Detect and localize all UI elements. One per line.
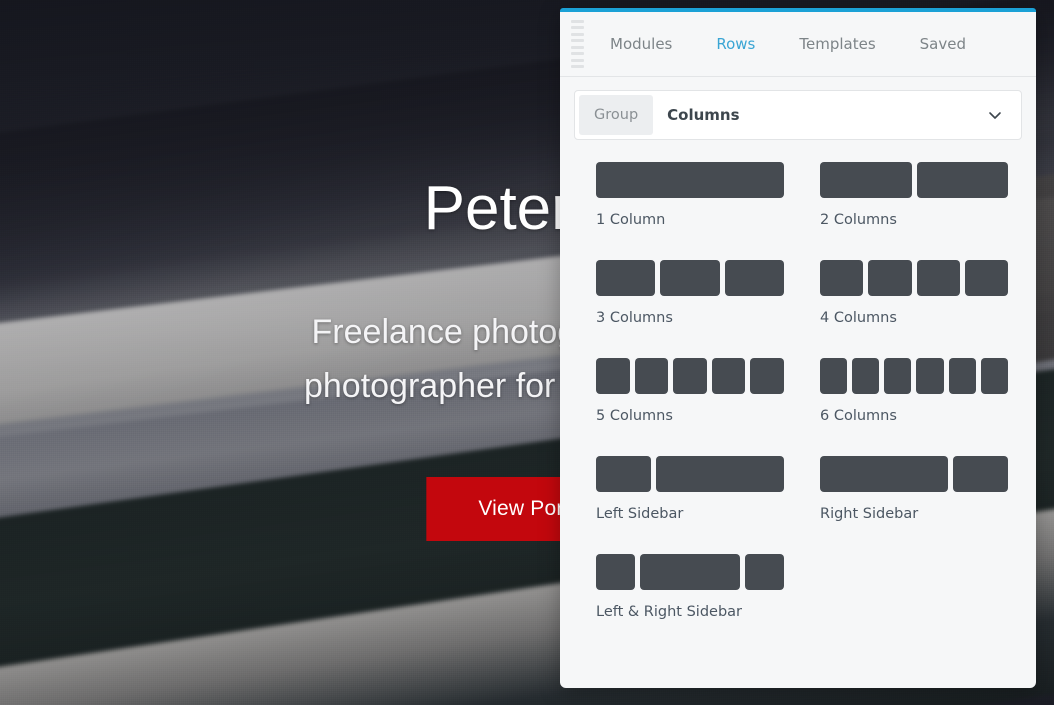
row-layout-label: 1 Column bbox=[596, 212, 666, 228]
row-layout-column bbox=[916, 260, 960, 296]
row-layout-column bbox=[596, 554, 636, 590]
row-layout-column bbox=[655, 456, 784, 492]
row-layout-label: 2 Columns bbox=[820, 212, 897, 228]
chevron-down-icon[interactable] bbox=[987, 91, 1021, 139]
row-layout-label: Left & Right Sidebar bbox=[596, 604, 743, 620]
row-layout-column bbox=[820, 358, 848, 394]
row-layout-column bbox=[852, 358, 880, 394]
screen: Peter P Freelance photographer for t pho… bbox=[0, 0, 1054, 705]
panel-tabs: Modules Rows Templates Saved bbox=[588, 12, 988, 76]
tab-templates[interactable]: Templates bbox=[777, 12, 897, 76]
row-layout-item[interactable]: 3 Columns bbox=[574, 250, 798, 348]
row-layout-preview bbox=[596, 358, 784, 394]
row-layout-column bbox=[980, 358, 1008, 394]
row-layout-column bbox=[916, 358, 944, 394]
row-layout-preview bbox=[820, 260, 1008, 296]
row-layout-column bbox=[596, 162, 784, 198]
group-filter-bar: Group Columns bbox=[574, 90, 1022, 140]
row-layout-preview bbox=[820, 162, 1008, 198]
row-layout-column bbox=[820, 456, 949, 492]
row-layout-column bbox=[711, 358, 746, 394]
row-layout-column bbox=[596, 358, 630, 394]
row-layout-column bbox=[673, 358, 707, 394]
group-button[interactable]: Group bbox=[579, 95, 654, 135]
row-layout-column bbox=[948, 358, 976, 394]
row-layout-column bbox=[868, 260, 912, 296]
row-layout-label: 6 Columns bbox=[820, 408, 897, 424]
tab-rows[interactable]: Rows bbox=[694, 12, 777, 76]
row-layout-label: 4 Columns bbox=[820, 310, 897, 326]
row-layout-label: Right Sidebar bbox=[820, 506, 919, 522]
row-layout-column bbox=[820, 162, 912, 198]
row-layout-item[interactable]: 6 Columns bbox=[798, 348, 1022, 446]
row-layout-column bbox=[596, 456, 651, 492]
row-layout-preview bbox=[596, 554, 784, 590]
group-select-value[interactable]: Columns bbox=[653, 91, 987, 139]
row-layout-column bbox=[964, 260, 1008, 296]
row-layout-column bbox=[744, 554, 784, 590]
row-layout-column bbox=[634, 358, 669, 394]
row-layout-column bbox=[916, 162, 1008, 198]
row-layouts-grid: 1 Column 2 Columns 3 Columns 4 Columns 5 Col… bbox=[574, 152, 1022, 642]
row-layout-preview bbox=[596, 456, 784, 492]
drag-dots-icon[interactable] bbox=[571, 20, 584, 68]
row-layout-preview bbox=[820, 358, 1008, 394]
row-layout-column bbox=[640, 554, 740, 590]
row-layout-item[interactable]: Right Sidebar bbox=[798, 446, 1022, 544]
row-layout-item[interactable]: 1 Column bbox=[574, 152, 798, 250]
row-layouts-list[interactable]: 1 Column 2 Columns 3 Columns 4 Columns 5 Col… bbox=[560, 138, 1036, 688]
row-layout-item[interactable]: Left Sidebar bbox=[574, 446, 798, 544]
row-layout-item[interactable]: Left & Right Sidebar bbox=[574, 544, 798, 642]
row-layout-preview bbox=[596, 260, 784, 296]
row-layout-item[interactable]: 4 Columns bbox=[798, 250, 1022, 348]
row-layout-item[interactable]: 2 Columns bbox=[798, 152, 1022, 250]
row-layout-column bbox=[660, 260, 720, 296]
row-layout-label: 3 Columns bbox=[596, 310, 673, 326]
row-layout-label: Left Sidebar bbox=[596, 506, 684, 522]
row-layout-column bbox=[820, 260, 864, 296]
row-layout-column bbox=[953, 456, 1008, 492]
row-layout-preview bbox=[820, 456, 1008, 492]
row-layout-column bbox=[884, 358, 912, 394]
row-layout-column bbox=[596, 260, 656, 296]
panel-header: Modules Rows Templates Saved bbox=[560, 12, 1036, 77]
tab-modules[interactable]: Modules bbox=[588, 12, 694, 76]
row-layout-column bbox=[750, 358, 784, 394]
row-layout-column bbox=[724, 260, 784, 296]
page-builder-panel: Modules Rows Templates Saved Group Colum… bbox=[560, 8, 1036, 688]
row-layout-label: 5 Columns bbox=[596, 408, 673, 424]
row-layout-item[interactable]: 5 Columns bbox=[574, 348, 798, 446]
row-layout-preview bbox=[596, 162, 784, 198]
tab-saved[interactable]: Saved bbox=[898, 12, 988, 76]
